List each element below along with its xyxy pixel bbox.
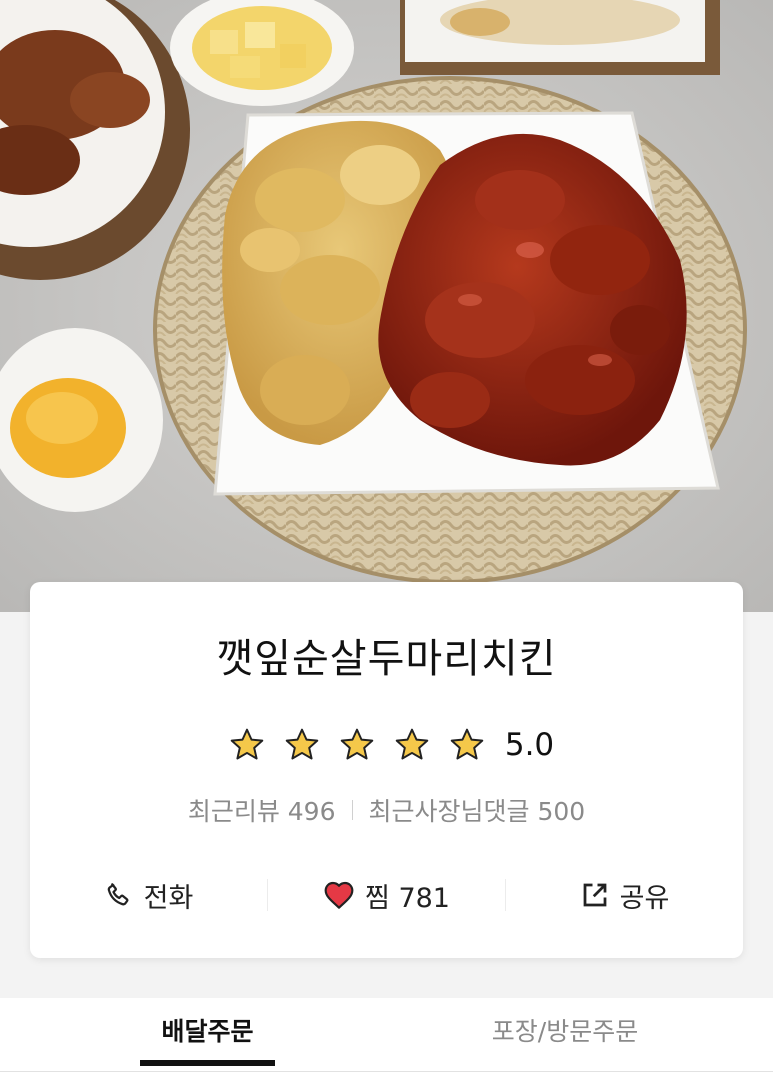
star-icon [450,728,484,760]
share-icon [583,883,607,907]
phone-icon [107,883,129,906]
star-icon [340,728,374,760]
share-label: 공유 [619,882,670,914]
like-count: 찜 781 [365,882,450,914]
star-rating [229,727,485,763]
order-type-tabs: 배달주문 포장/방문주문 [0,998,773,1072]
star-icon [230,728,264,760]
review-stats: 최근리뷰 496 최근사장님댓글 500 [30,792,743,828]
call-button[interactable]: 전화 [30,876,267,915]
call-label: 전화 [143,882,194,914]
tab-delivery-order[interactable]: 배달주문 [140,998,275,1066]
store-info-card: 깻잎순살두마리치킨 5.0 최근리뷰 496 최근사장님댓글 500 전화 찜 … [30,582,743,958]
rating-row: 5.0 [30,725,743,765]
store-name: 깻잎순살두마리치킨 [216,636,557,682]
share-button[interactable]: 공유 [506,876,743,915]
rating-value: 5.0 [504,727,555,763]
recent-reviews-link[interactable]: 최근리뷰 496 [188,792,336,828]
star-icon [285,728,319,760]
heart-icon [324,881,354,909]
like-button[interactable]: 찜 781 [268,876,505,915]
store-actions: 전화 찜 781 공유 [30,872,743,918]
tab-pickup-order[interactable]: 포장/방문주문 [470,998,660,1072]
divider [351,800,353,820]
store-hero-image [0,0,773,612]
star-icon [395,728,429,760]
owner-replies-link[interactable]: 최근사장님댓글 500 [369,792,586,828]
